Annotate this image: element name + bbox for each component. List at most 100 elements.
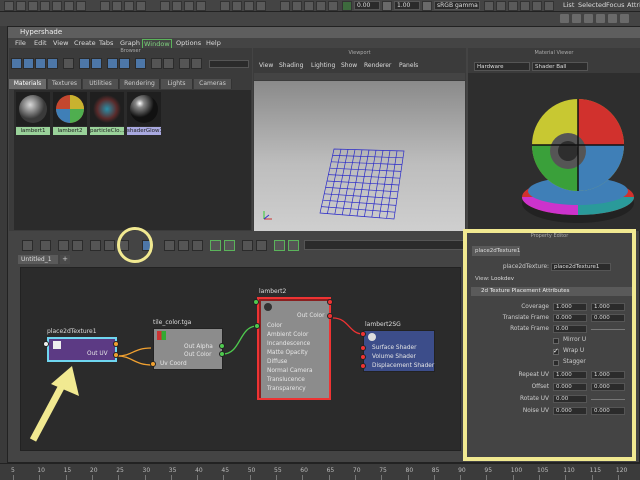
shelf-icon[interactable]	[584, 14, 593, 23]
tool-icon[interactable]	[544, 1, 554, 11]
graph-search-input[interactable]	[304, 240, 464, 250]
tool-icon[interactable]	[16, 1, 26, 11]
tool-icon[interactable]	[292, 1, 302, 11]
node-place2dtexture[interactable]: Out UV	[47, 337, 117, 362]
tool-icon[interactable]	[532, 1, 542, 11]
graph-icon[interactable]	[40, 240, 51, 251]
timeline[interactable]: 5 10 15 20 25 30 35 40 45 50 55 60 65 70 75 80 85 90 95 100…	[0, 463, 640, 480]
vp-menu-lighting[interactable]: Lighting	[311, 62, 335, 69]
tool-icon[interactable]	[11, 58, 22, 69]
graph-icon[interactable]	[242, 240, 253, 251]
shelf-icon[interactable]	[572, 14, 581, 23]
add-tab-button[interactable]: +	[60, 255, 70, 264]
tool-icon[interactable]	[179, 58, 190, 69]
menu-edit[interactable]: Edit	[34, 39, 47, 47]
swatch-particlecloud[interactable]	[90, 92, 124, 126]
graph-icon[interactable]	[274, 240, 285, 251]
output-port[interactable]	[219, 343, 225, 349]
input-port[interactable]	[360, 363, 366, 369]
graph-icon[interactable]	[256, 240, 267, 251]
tool-icon[interactable]	[52, 1, 62, 11]
menu-options[interactable]: Options	[176, 39, 201, 47]
node-graph[interactable]: place2dTexture1 Out UV tile_color.tga Ou…	[20, 267, 461, 451]
field-2[interactable]: 1.00	[394, 1, 420, 10]
tool-icon[interactable]	[508, 1, 518, 11]
output-port[interactable]	[113, 352, 119, 358]
menu-view[interactable]: View	[53, 39, 68, 47]
node-lambert2sg[interactable]: Surface Shader Volume Shader Displacemen…	[363, 330, 435, 372]
graph-icon[interactable]	[58, 240, 69, 251]
tool-icon[interactable]	[23, 58, 34, 69]
tool-icon[interactable]	[496, 1, 506, 11]
menu-create[interactable]: Create	[74, 39, 96, 47]
tool-icon[interactable]	[40, 1, 50, 11]
vp-menu-shading[interactable]: Shading	[279, 62, 303, 69]
graph-icon[interactable]	[72, 240, 83, 251]
tool-icon[interactable]	[119, 58, 130, 69]
tool-icon[interactable]	[484, 1, 494, 11]
input-port[interactable]	[253, 299, 259, 305]
field-1[interactable]: 0.00	[354, 1, 380, 10]
tool-icon[interactable]	[196, 1, 206, 11]
graph-icon[interactable]	[224, 240, 235, 251]
tool-icon[interactable]	[151, 58, 162, 69]
tool-icon[interactable]	[76, 1, 86, 11]
tool-icon[interactable]	[112, 1, 122, 11]
tool-icon[interactable]	[64, 1, 74, 11]
tool-icon[interactable]	[35, 58, 46, 69]
clear-graph-icon[interactable]	[22, 240, 33, 251]
tool-icon[interactable]	[79, 58, 90, 69]
input-port[interactable]	[150, 361, 156, 367]
output-port[interactable]	[113, 341, 119, 347]
tool-icon[interactable]	[136, 1, 146, 11]
mode-icon[interactable]	[4, 1, 14, 11]
menu-file[interactable]: File	[15, 39, 26, 47]
vp-menu-renderer[interactable]: Renderer	[364, 62, 391, 69]
camera-icon[interactable]	[342, 1, 352, 11]
tool-icon[interactable]	[91, 58, 102, 69]
tool-icon[interactable]	[244, 1, 254, 11]
graph-icon[interactable]	[178, 240, 189, 251]
tab-lights[interactable]: Lights	[161, 79, 193, 89]
graph-icon[interactable]	[288, 240, 299, 251]
tool-icon[interactable]	[107, 58, 118, 69]
input-port[interactable]	[360, 345, 366, 351]
vp-menu-show[interactable]: Show	[341, 62, 357, 69]
tool-icon[interactable]	[160, 1, 170, 11]
swatch-shaderglow[interactable]	[127, 92, 161, 126]
tool-icon[interactable]	[220, 1, 230, 11]
menu-tabs[interactable]: Tabs	[99, 39, 113, 47]
material-preview[interactable]	[468, 73, 640, 231]
vp-menu-view[interactable]: View	[259, 62, 273, 69]
node-tile-color[interactable]: Out Alpha Out Color Uv Coord	[153, 328, 223, 370]
input-port[interactable]	[254, 323, 260, 329]
output-port[interactable]	[219, 351, 225, 357]
shelf-icon[interactable]	[596, 14, 605, 23]
gamma-icon[interactable]	[382, 1, 392, 11]
toggle-icon[interactable]	[422, 1, 432, 11]
output-port[interactable]	[327, 299, 333, 305]
tool-icon[interactable]	[520, 1, 530, 11]
tool-icon[interactable]	[191, 58, 202, 69]
node-lambert2[interactable]: Out Color Color Ambient Color Incandesce…	[257, 297, 331, 400]
graph-icon[interactable]	[192, 240, 203, 251]
viewport-view[interactable]	[254, 81, 465, 231]
tool-icon[interactable]	[184, 1, 194, 11]
tab-rendering[interactable]: Rendering	[120, 79, 160, 89]
colorspace-field[interactable]: sRGB gamma	[434, 1, 480, 10]
menu-attributes[interactable]: Attributes	[627, 1, 640, 9]
browser-search[interactable]	[209, 60, 249, 68]
menu-help[interactable]: Help	[206, 39, 221, 47]
tool-icon[interactable]	[172, 1, 182, 11]
menu-focus[interactable]: Focus	[606, 1, 625, 9]
vp-menu-panels[interactable]: Panels	[399, 62, 418, 69]
menu-selected[interactable]: Selected	[578, 1, 606, 9]
preview-dropdown[interactable]: Shader Ball	[532, 62, 588, 71]
input-port[interactable]	[43, 341, 49, 347]
tab-cameras[interactable]: Cameras	[194, 79, 232, 89]
graph-icon[interactable]	[90, 240, 101, 251]
tab-utilities[interactable]: Utilities	[83, 79, 119, 89]
tool-icon[interactable]	[63, 58, 74, 69]
tab-textures[interactable]: Textures	[48, 79, 82, 89]
input-port[interactable]	[360, 331, 366, 337]
